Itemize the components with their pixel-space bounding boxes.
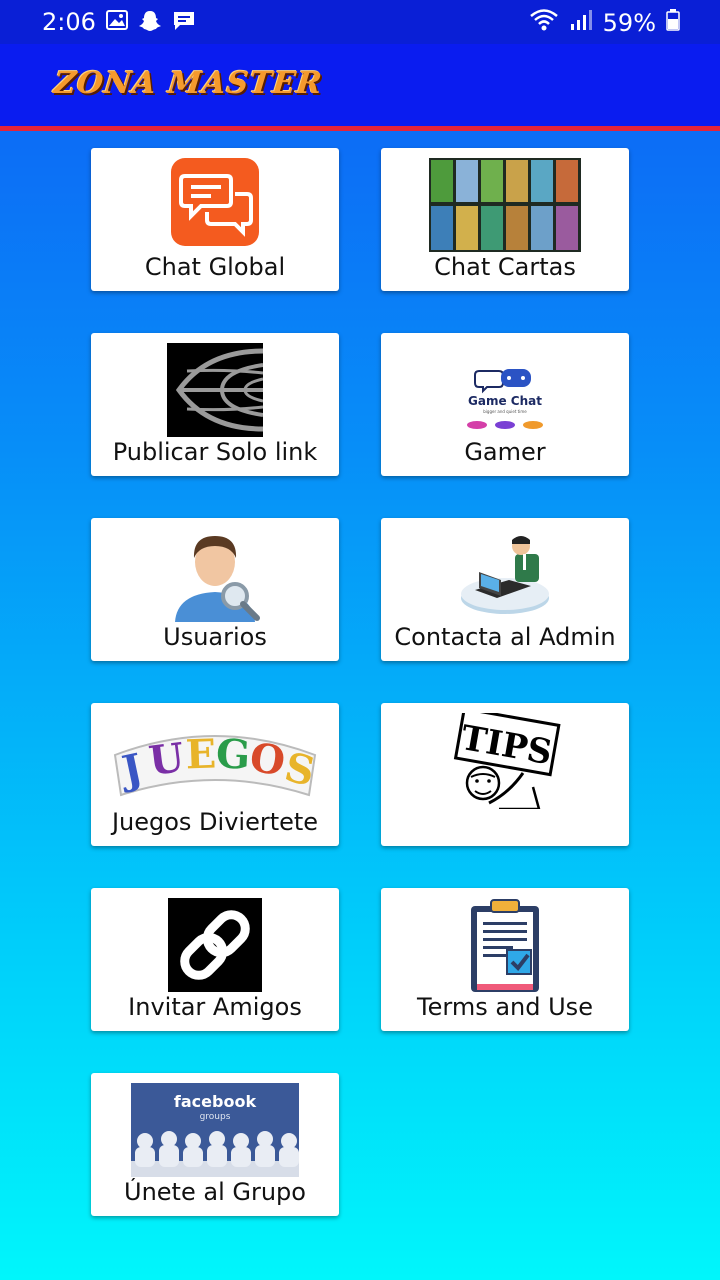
menu-tips[interactable]: TIPS (381, 703, 629, 846)
menu-invitar-amigos[interactable]: Invitar Amigos (91, 888, 339, 1031)
menu-publicar-solo-link[interactable]: Publicar Solo link (91, 333, 339, 476)
tips-sign-icon: TIPS (449, 706, 561, 813)
svg-text:E: E (185, 730, 217, 778)
menu-label: Publicar Solo link (112, 438, 318, 466)
facebook-brand: facebook (174, 1092, 257, 1111)
menu-label: Chat Cartas (434, 253, 576, 281)
link-chain-icon (168, 898, 262, 996)
user-search-icon (167, 528, 263, 626)
menu-unete-grupo[interactable]: facebook groups Únete al Grupo (91, 1073, 339, 1216)
globe-icon (167, 343, 264, 441)
battery-percent: 59% (602, 9, 656, 37)
cards-collection-icon (429, 158, 581, 256)
game-chat-logo: Game Chat bigger and quiet time (457, 343, 553, 441)
menu-label: Usuarios (163, 623, 267, 651)
menu-label: Terms and Use (417, 993, 593, 1021)
clipboard-check-icon (463, 898, 547, 998)
svg-text:G: G (215, 730, 252, 779)
menu-label: Gamer (464, 438, 546, 466)
menu-label: Invitar Amigos (128, 993, 302, 1021)
facebook-groups-image: facebook groups (131, 1083, 299, 1181)
menu-label: Chat Global (144, 253, 286, 281)
menu-chat-global[interactable]: Chat Global (91, 148, 339, 291)
menu-label: Contacta al Admin (394, 623, 616, 651)
menu-chat-cartas[interactable]: Chat Cartas (381, 148, 629, 291)
menu-terms-and-use[interactable]: Terms and Use (381, 888, 629, 1031)
battery-icon (666, 9, 680, 37)
menu-label: Únete al Grupo (124, 1178, 306, 1206)
admin-desk-icon (457, 528, 553, 626)
juegos-logo: J U E G O S (109, 713, 321, 811)
chat-global-icon (171, 158, 259, 250)
menu-contacta-admin[interactable]: Contacta al Admin (381, 518, 629, 661)
svg-text:O: O (247, 734, 288, 785)
menu-label: Juegos Diviertete (111, 808, 319, 836)
menu-juegos-diviertete[interactable]: J U E G O S Juegos Diviertete (91, 703, 339, 846)
message-icon (172, 10, 196, 36)
game-chat-subtitle: bigger and quiet time (483, 409, 527, 414)
app-logo: ZONA MASTER (52, 66, 325, 101)
wifi-icon (529, 8, 559, 38)
menu-usuarios[interactable]: Usuarios (91, 518, 339, 661)
status-bar: 2:06 59% (0, 0, 720, 44)
app-bar: ZONA MASTER (0, 44, 720, 131)
gallery-icon (106, 10, 128, 36)
signal-icon (569, 9, 593, 37)
snapchat-icon (138, 10, 162, 36)
menu-gamer[interactable]: Game Chat bigger and quiet time Gamer (381, 333, 629, 476)
status-time: 2:06 (42, 8, 96, 36)
svg-text:U: U (146, 734, 186, 785)
game-chat-title: Game Chat (468, 394, 542, 408)
facebook-groups-text: groups (200, 1112, 231, 1122)
